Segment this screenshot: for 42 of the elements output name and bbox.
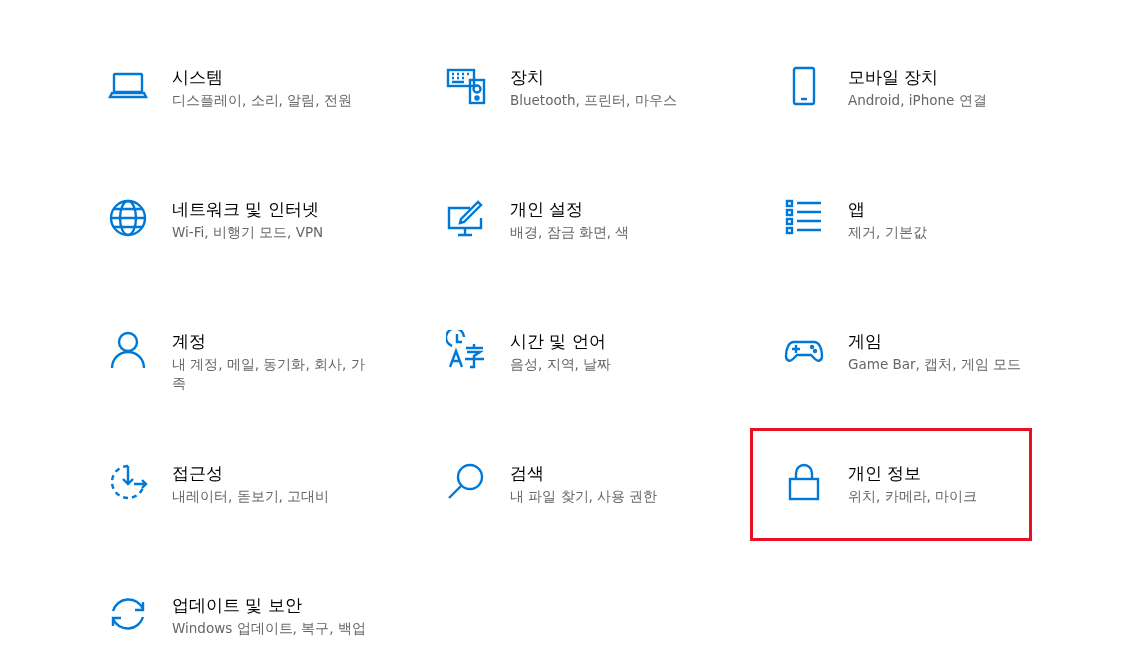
dashed-circle-arrow-icon xyxy=(108,462,148,502)
category-title: 장치 xyxy=(510,66,545,88)
settings-tile[interactable]: 게임 Game Bar, 캡처, 게임 모드 xyxy=(750,296,1032,409)
settings-tile[interactable]: 모바일 장치 Android, iPhone 연결 xyxy=(750,32,1032,145)
settings-tile[interactable]: 시스템 디스플레이, 소리, 알림, 전원 xyxy=(74,32,356,145)
settings-tile[interactable]: 앱 제거, 기본값 xyxy=(750,164,1032,277)
category-description: 내 계정, 메일, 동기화, 회사, 가족 xyxy=(172,355,366,393)
category-description: 디스플레이, 소리, 알림, 전원 xyxy=(172,91,353,110)
category-title: 게임 xyxy=(848,330,883,352)
category-description: Wi-Fi, 비행기 모드, VPN xyxy=(172,223,325,242)
settings-tile[interactable]: 개인 정보 위치, 카메라, 마이크 xyxy=(750,428,1032,541)
category-description: 위치, 카메라, 마이크 xyxy=(848,487,979,506)
category-description: Game Bar, 캡처, 게임 모드 xyxy=(848,355,1023,374)
category-title: 검색 xyxy=(510,462,545,484)
category-description: Android, iPhone 연결 xyxy=(848,91,988,110)
settings-tile[interactable]: 시간 및 언어 음성, 지역, 날짜 xyxy=(412,296,694,409)
category-title: 시스템 xyxy=(172,66,224,88)
category-title: 개인 정보 xyxy=(848,462,923,484)
person-icon xyxy=(108,330,148,370)
settings-tile[interactable]: 장치 Bluetooth, 프린터, 마우스 xyxy=(412,32,694,145)
category-description: Bluetooth, 프린터, 마우스 xyxy=(510,91,678,110)
category-title: 네트워크 및 인터넷 xyxy=(172,198,320,220)
settings-tile[interactable]: 네트워크 및 인터넷 Wi-Fi, 비행기 모드, VPN xyxy=(74,164,356,277)
settings-tile[interactable]: 접근성 내레이터, 돋보기, 고대비 xyxy=(74,428,356,541)
category-description: Windows 업데이트, 복구, 백업 xyxy=(172,619,367,638)
category-description: 내레이터, 돋보기, 고대비 xyxy=(172,487,331,506)
category-title: 업데이트 및 보안 xyxy=(172,594,303,616)
settings-tile[interactable]: 검색 내 파일 찾기, 사용 권한 xyxy=(412,428,694,541)
category-description: 제거, 기본값 xyxy=(848,223,928,242)
keyboard-speaker-icon xyxy=(446,66,486,106)
category-title: 시간 및 언어 xyxy=(510,330,607,352)
category-description: 배경, 잠금 화면, 색 xyxy=(510,223,631,242)
category-description: 내 파일 찾기, 사용 권한 xyxy=(510,487,659,506)
category-title: 모바일 장치 xyxy=(848,66,940,88)
category-description: 음성, 지역, 날짜 xyxy=(510,355,613,374)
category-title: 앱 xyxy=(848,198,866,220)
category-title: 개인 설정 xyxy=(510,198,585,220)
globe-icon xyxy=(108,198,148,238)
settings-tile[interactable]: 개인 설정 배경, 잠금 화면, 색 xyxy=(412,164,694,277)
clock-letter-icon xyxy=(446,330,486,370)
category-title: 계정 xyxy=(172,330,207,352)
category-title: 접근성 xyxy=(172,462,224,484)
